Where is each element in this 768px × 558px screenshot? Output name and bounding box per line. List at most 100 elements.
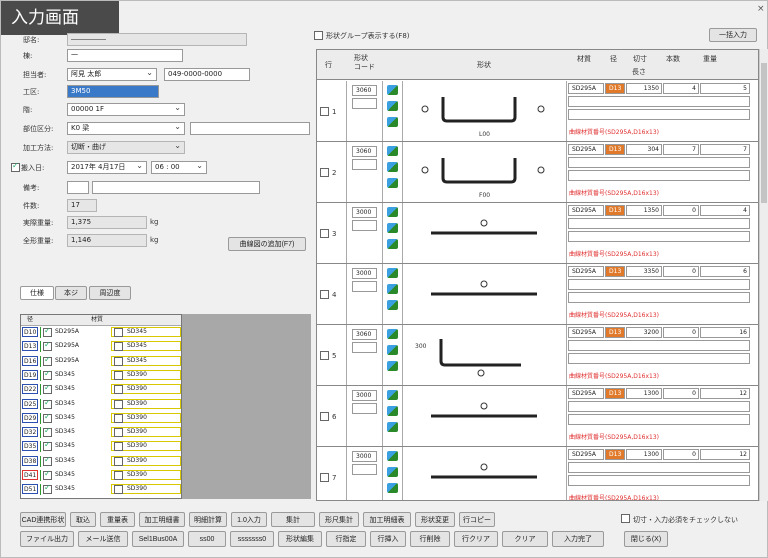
shape-tool-icon-0[interactable] [387, 268, 398, 278]
diameter-field[interactable]: D13 [605, 327, 625, 338]
group-display-checkbox[interactable] [314, 31, 323, 40]
material-checkbox-1[interactable] [43, 440, 52, 452]
material-checkbox-2[interactable] [114, 356, 123, 366]
shape-tool-icon-1[interactable] [387, 101, 398, 111]
shape-tool-icon-0[interactable] [387, 451, 398, 461]
quantity-field[interactable]: 0 [663, 205, 699, 216]
action-button-8[interactable]: 加工明細表 [363, 512, 411, 527]
shape-code-sub-field[interactable] [352, 281, 377, 292]
weight-field[interactable]: 6 [700, 266, 750, 277]
shape-tool-icon-2[interactable] [387, 422, 398, 432]
shape-tool-icon-2[interactable] [387, 483, 398, 493]
shape-tool-icon-1[interactable] [387, 284, 398, 294]
material-checkbox-1[interactable] [43, 383, 52, 395]
quantity-field[interactable]: 0 [663, 449, 699, 460]
cut-length-field[interactable]: 1300 [626, 388, 662, 399]
action-button-6[interactable]: 集計 [271, 512, 315, 527]
weight-field[interactable]: 12 [700, 388, 750, 399]
length-detail-field[interactable] [568, 401, 750, 412]
shape-code-sub-field[interactable] [352, 403, 377, 414]
material-field[interactable]: SD295A [568, 144, 604, 155]
row-checkbox[interactable] [320, 351, 329, 360]
material-checkbox-2[interactable] [114, 399, 123, 409]
material-field[interactable]: SD295A [568, 83, 604, 94]
action-button-b11[interactable]: 入力完了 [552, 531, 604, 547]
shape-cell[interactable] [403, 447, 567, 500]
length-detail-field[interactable] [568, 157, 750, 168]
diameter-field[interactable]: D13 [605, 449, 625, 460]
shape-code-sub-field[interactable] [352, 220, 377, 231]
field-value[interactable]: 3M50 [67, 85, 159, 98]
cut-length-field[interactable]: 1350 [626, 205, 662, 216]
shape-code-sub-field[interactable] [352, 464, 377, 475]
material-checkbox-1[interactable] [43, 412, 52, 423]
row-checkbox[interactable] [320, 229, 329, 238]
action-button-b2[interactable]: Sel1Bus00A [132, 531, 184, 547]
cut-length-field[interactable]: 1350 [626, 83, 662, 94]
action-button-b1[interactable]: メール送信 [78, 531, 128, 547]
grid-scrollbar[interactable] [759, 49, 768, 501]
cut-length-field[interactable]: 304 [626, 144, 662, 155]
material-field[interactable]: SD295A [568, 205, 604, 216]
shape-code-sub-field[interactable] [352, 98, 377, 109]
material-field[interactable]: SD295A [568, 327, 604, 338]
shape-tool-icon-1[interactable] [387, 406, 398, 416]
row-checkbox[interactable] [320, 168, 329, 177]
cut-length-field[interactable]: 3350 [626, 266, 662, 277]
quantity-field[interactable]: 7 [663, 144, 699, 155]
shape-cell[interactable] [403, 386, 567, 446]
shape-cell[interactable] [403, 264, 567, 324]
quantity-field[interactable]: 0 [663, 388, 699, 399]
cut-length-field[interactable]: 3200 [626, 327, 662, 338]
material-checkbox-1[interactable] [43, 355, 52, 366]
material-field[interactable]: SD295A [568, 449, 604, 460]
weight-field[interactable]: 7 [700, 144, 750, 155]
material-checkbox-2[interactable] [114, 471, 123, 480]
delivery-date-checkbox[interactable] [11, 161, 20, 172]
remarks-field[interactable] [92, 181, 260, 194]
action-button-b3[interactable]: ss00 [188, 531, 226, 547]
action-button-0[interactable]: CAD連携形状 [20, 512, 66, 527]
add-bending-button[interactable]: 曲線図の追加(F7) [228, 237, 306, 251]
material-field[interactable]: SD295A [568, 266, 604, 277]
action-button-b12[interactable]: 閉じる(X) [624, 531, 668, 547]
material-checkbox-1[interactable] [43, 326, 52, 337]
diameter-field[interactable]: D13 [605, 205, 625, 216]
material-checkbox-1[interactable] [43, 398, 52, 409]
field-value[interactable]: 阿見 太郎 [67, 68, 157, 81]
weight-field[interactable]: 12 [700, 449, 750, 460]
extra-detail-field[interactable] [568, 292, 750, 303]
shape-tool-icon-2[interactable] [387, 178, 398, 188]
row-checkbox[interactable] [320, 107, 329, 116]
field-value[interactable]: 1,375 [67, 216, 147, 229]
close-icon[interactable]: × [757, 4, 765, 14]
action-button-10[interactable]: 行コピー [459, 512, 495, 527]
material-checkbox-2[interactable] [114, 428, 123, 438]
row-checkbox[interactable] [320, 290, 329, 299]
action-button-b0[interactable]: ファイル出力 [20, 531, 74, 547]
shape-code-sub-field[interactable] [352, 159, 377, 170]
diameter-field[interactable]: D13 [605, 83, 625, 94]
action-button-5[interactable]: 1.0入力 [231, 512, 267, 527]
shape-tool-icon-1[interactable] [387, 467, 398, 477]
shape-tool-icon-0[interactable] [387, 390, 398, 400]
quantity-field[interactable]: 4 [663, 83, 699, 94]
action-button-4[interactable]: 明細計算 [189, 512, 227, 527]
extra-detail-field[interactable] [568, 109, 750, 120]
shape-code-field[interactable]: 3060 [352, 329, 377, 340]
action-button-b8[interactable]: 行削除 [410, 531, 450, 547]
delivery-time-field[interactable]: 06 : 00 [151, 161, 207, 174]
shape-code-field[interactable]: 3060 [352, 146, 377, 157]
field-value[interactable]: 2017年 4月17日 [67, 161, 147, 174]
row-checkbox[interactable] [320, 473, 329, 482]
action-button-b5[interactable]: 形状編集 [278, 531, 322, 547]
field-value[interactable]: 1,146 [67, 234, 147, 247]
material-checkbox-2[interactable] [114, 442, 123, 452]
material-checkbox-1[interactable] [43, 369, 52, 380]
action-button-b10[interactable]: クリア [502, 531, 548, 547]
material-checkbox-1[interactable] [43, 426, 52, 438]
extra-detail-field[interactable] [568, 170, 750, 181]
shape-code-field[interactable]: 3000 [352, 268, 377, 279]
action-button-b6[interactable]: 行指定 [326, 531, 366, 547]
material-checkbox-2[interactable] [114, 485, 123, 495]
